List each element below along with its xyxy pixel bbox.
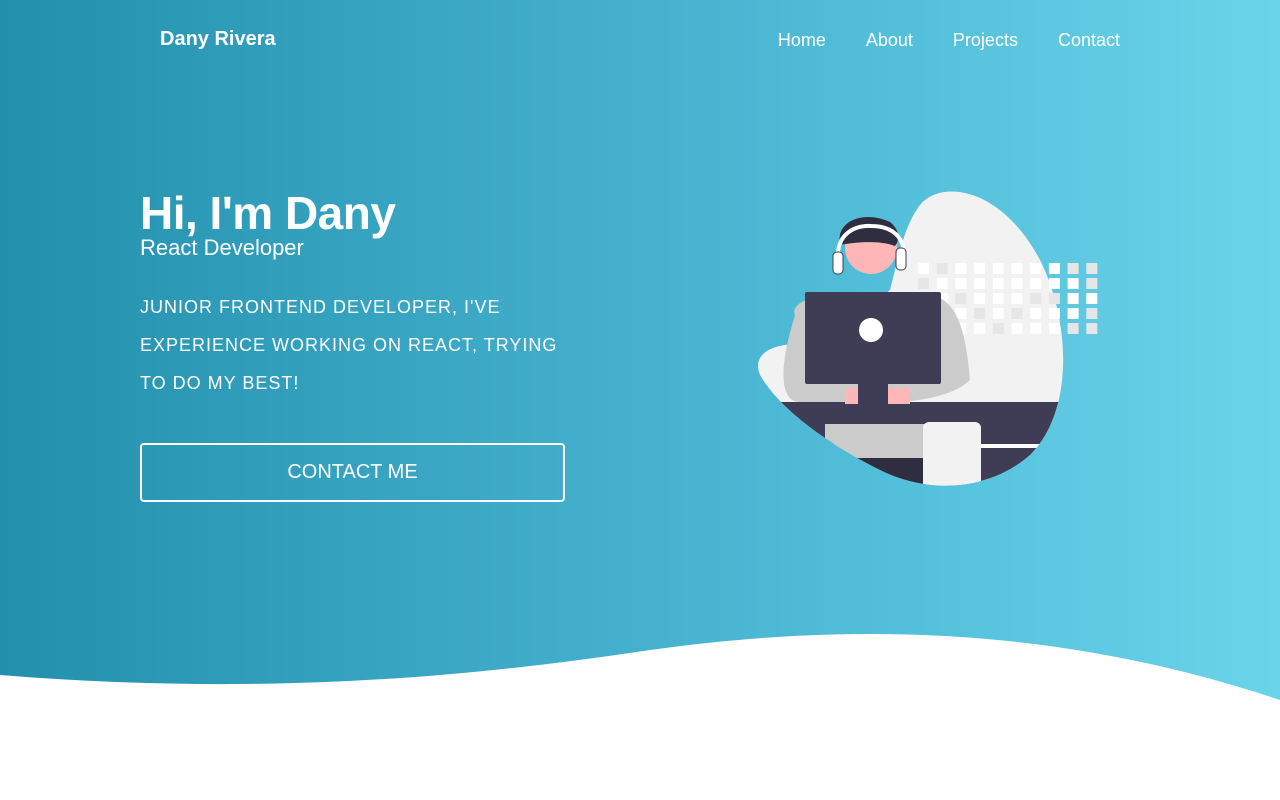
- grid-square: [1086, 323, 1098, 334]
- grid-square: [1048, 293, 1060, 304]
- grid-square: [974, 263, 986, 274]
- grid-square: [1011, 293, 1023, 304]
- hero-subtitle: React Developer: [140, 235, 304, 260]
- grid-square: [1030, 293, 1042, 304]
- grid-square: [1086, 293, 1098, 304]
- grid-square: [1048, 308, 1060, 319]
- developer-illustration: [758, 191, 1098, 486]
- grid-square: [1067, 293, 1079, 304]
- grid-square: [992, 323, 1004, 334]
- grid-square: [974, 323, 986, 334]
- grid-square: [955, 293, 967, 304]
- contact-me-button[interactable]: CONTACT ME: [140, 443, 565, 502]
- grid-square: [1048, 278, 1060, 289]
- hero-title: Hi, I'm Dany: [140, 187, 396, 239]
- grid-square: [918, 278, 929, 289]
- brand-logo[interactable]: Dany Rivera: [160, 28, 276, 51]
- grid-square: [936, 278, 948, 289]
- nav-projects[interactable]: Projects: [953, 30, 1018, 51]
- grid-square: [955, 263, 967, 274]
- grid-square: [1048, 323, 1060, 334]
- grid-square: [974, 278, 986, 289]
- grid-square: [918, 263, 929, 274]
- grid-square: [992, 293, 1004, 304]
- grid-square: [1067, 278, 1079, 289]
- grid-square: [1086, 308, 1098, 319]
- grid-square: [1011, 263, 1023, 274]
- grid-square: [936, 263, 948, 274]
- grid-square: [1086, 278, 1098, 289]
- grid-square: [974, 293, 986, 304]
- grid-square: [1086, 263, 1098, 274]
- grid-square: [1048, 263, 1060, 274]
- grid-square: [992, 308, 1004, 319]
- main-nav: Home About Projects Contact: [778, 30, 1120, 51]
- grid-square: [974, 308, 986, 319]
- grid-square: [1030, 308, 1042, 319]
- nav-contact[interactable]: Contact: [1058, 30, 1120, 51]
- grid-square: [1067, 308, 1079, 319]
- grid-square: [1030, 263, 1042, 274]
- grid-square: [992, 263, 1004, 274]
- grid-square: [1011, 323, 1023, 334]
- hero-description: Junior frontend developer, I've experien…: [140, 297, 558, 393]
- nav-about[interactable]: About: [866, 30, 913, 51]
- nav-home[interactable]: Home: [778, 30, 826, 51]
- grid-square: [1067, 263, 1079, 274]
- grid-square: [992, 278, 1004, 289]
- grid-square: [1011, 308, 1023, 319]
- grid-square: [1030, 323, 1042, 334]
- grid-square: [955, 278, 967, 289]
- grid-square: [1067, 323, 1079, 334]
- grid-square: [1030, 278, 1042, 289]
- grid-square: [1011, 278, 1023, 289]
